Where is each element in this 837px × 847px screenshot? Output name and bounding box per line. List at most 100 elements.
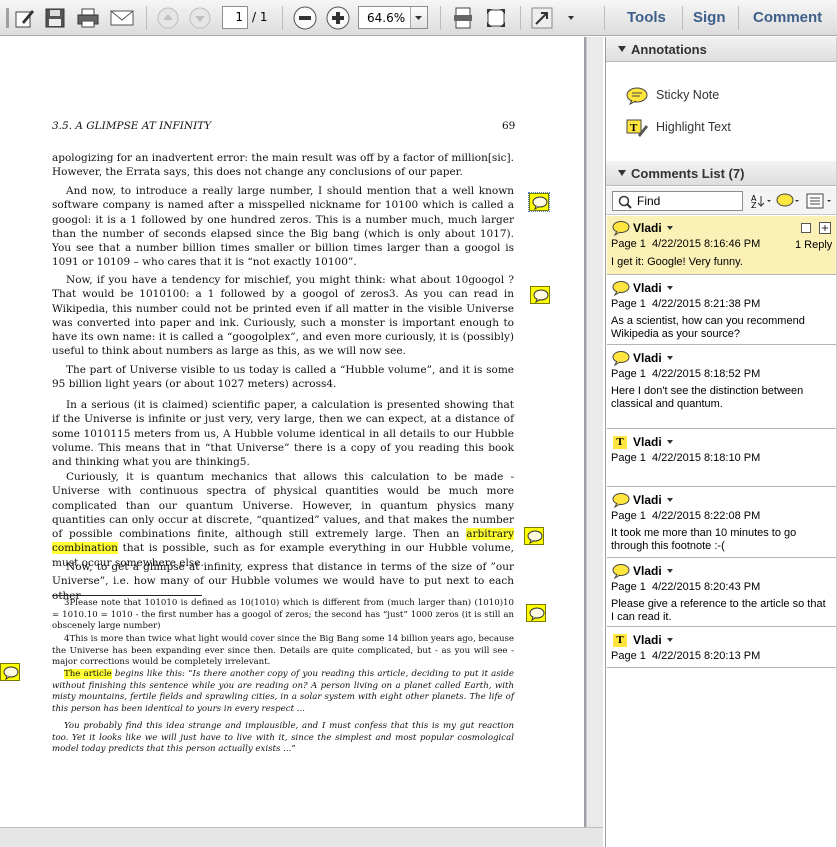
comment-checkbox[interactable]	[801, 223, 811, 233]
comment-pane: Annotations Sticky Note T Highlight Text…	[605, 37, 837, 847]
footnote-5: The article begins like this: “Is there …	[52, 669, 514, 715]
sticky-note-marker[interactable]	[526, 604, 546, 622]
comment-item[interactable]: T Vladi Page 1 4/22/2015 8:18:10 PM	[607, 430, 837, 487]
page-number-input[interactable]: 1	[222, 6, 248, 29]
comment-item[interactable]: Vladi Page 1 4/22/2015 8:21:38 PM As a s…	[607, 276, 837, 345]
highlight-comment-icon: T	[613, 634, 627, 647]
comment-author: Vladi	[633, 633, 662, 647]
comment-date: 4/22/2015 8:16:46 PM	[652, 238, 761, 250]
comment-meta: Page 1 4/22/2015 8:16:46 PM	[611, 238, 760, 250]
paragraph-2: And now, to introduce a really large num…	[52, 185, 514, 269]
comment-page: Page 1	[611, 238, 646, 250]
highlight-comment-icon: T	[613, 436, 627, 449]
author-menu-chevron-icon[interactable]	[667, 638, 673, 642]
comment-author: Vladi	[633, 435, 662, 449]
filter-comments-icon[interactable]	[776, 193, 800, 209]
previous-page-icon[interactable]	[155, 4, 181, 31]
comment-page: Page 1	[611, 510, 646, 522]
comment-meta: Page 1 4/22/2015 8:21:38 PM	[611, 298, 760, 310]
options-menu-icon[interactable]	[806, 193, 834, 209]
sticky-note-comment-icon	[612, 351, 630, 366]
zoom-value: 64.6%	[367, 11, 406, 25]
comment-page: Page 1	[611, 298, 646, 310]
sticky-note-marker[interactable]	[530, 286, 550, 304]
comment-meta: Page 1 4/22/2015 8:18:10 PM	[611, 452, 760, 464]
comment-page: Page 1	[611, 368, 646, 380]
paragraph-6-text-a: Curiously, it is quantum mechanics that …	[52, 471, 514, 541]
horizontal-scrollbar[interactable]	[0, 827, 603, 847]
comment-text[interactable]: As a scientist, how can you recommend Wi…	[611, 315, 831, 341]
comment-text[interactable]: It took me more than 10 minutes to go th…	[611, 527, 831, 553]
footnote-4: 4This is more than twice what light woul…	[52, 634, 514, 668]
comment-meta: Page 1 4/22/2015 8:20:43 PM	[611, 581, 760, 593]
author-menu-chevron-icon[interactable]	[667, 498, 673, 502]
next-page-icon[interactable]	[187, 4, 213, 31]
sticky-note-marker[interactable]	[524, 527, 544, 545]
fit-page-icon[interactable]	[450, 4, 476, 31]
expand-replies-icon[interactable]	[819, 222, 831, 234]
footnote-5-text: begins like this: “Is there another copy…	[52, 669, 514, 714]
toolbar-grip	[2, 4, 12, 31]
comment-meta: Page 1 4/22/2015 8:18:52 PM	[611, 368, 760, 380]
comment-text[interactable]: Please give a reference to the article s…	[611, 598, 831, 624]
reply-count[interactable]: 1 Reply	[795, 239, 832, 251]
save-icon[interactable]	[42, 4, 68, 31]
page-number: 69	[502, 120, 516, 132]
paragraph-4: The part of Universe visible to us today…	[52, 364, 514, 391]
edit-icon[interactable]	[12, 4, 38, 31]
toolbar-options-chevron-icon[interactable]	[564, 4, 578, 31]
zoom-in-icon[interactable]	[324, 4, 352, 31]
footnote-3: 3Please note that 101010 is defined as 1…	[52, 598, 514, 632]
highlighted-footnote-text[interactable]: The article	[64, 669, 112, 679]
sign-button[interactable]: Sign	[693, 9, 726, 26]
comment-item[interactable]: Vladi Page 1 4/22/2015 8:22:08 PM It too…	[607, 488, 837, 558]
annotations-header[interactable]: Annotations	[606, 37, 837, 62]
sticky-note-tool[interactable]: Sticky Note	[626, 87, 719, 108]
paragraph-6: Curiously, it is quantum mechanics that …	[52, 470, 514, 570]
author-menu-chevron-icon[interactable]	[667, 356, 673, 360]
vertical-scrollbar[interactable]	[586, 37, 603, 827]
comments-find-bar: Find AZ	[606, 187, 837, 215]
sticky-note-marker[interactable]	[0, 663, 20, 681]
author-menu-chevron-icon[interactable]	[667, 286, 673, 290]
paragraph-5: In a serious (it is claimed) scientific …	[52, 399, 514, 469]
comment-item[interactable]: Vladi Page 1 4/22/2015 8:16:46 PM I get …	[607, 216, 837, 275]
author-menu-chevron-icon[interactable]	[667, 226, 673, 230]
svg-text:Z: Z	[751, 201, 757, 209]
highlight-text-tool[interactable]: T Highlight Text	[626, 119, 731, 140]
comment-item[interactable]: Vladi Page 1 4/22/2015 8:20:43 PM Please…	[607, 559, 837, 627]
zoom-select[interactable]: 64.6%	[358, 6, 428, 29]
zoom-out-icon[interactable]	[291, 4, 319, 31]
comment-item[interactable]: T Vladi Page 1 4/22/2015 8:20:13 PM	[607, 628, 837, 668]
collapse-triangle-icon	[618, 170, 626, 176]
comment-author: Vladi	[633, 281, 662, 295]
sort-icon[interactable]: AZ	[750, 193, 772, 209]
comment-item[interactable]: Vladi Page 1 4/22/2015 8:18:52 PM Here I…	[607, 346, 837, 429]
sticky-note-marker[interactable]	[528, 192, 550, 212]
tools-button[interactable]: Tools	[627, 9, 666, 26]
svg-text:T: T	[630, 122, 638, 134]
email-icon[interactable]	[108, 4, 136, 31]
comment-meta: Page 1 4/22/2015 8:22:08 PM	[611, 510, 760, 522]
comment-text[interactable]: Here I don't see the distinction between…	[611, 385, 831, 411]
sticky-note-comment-icon	[612, 221, 630, 236]
page-total-label: / 1	[252, 10, 268, 24]
find-input[interactable]: Find	[612, 191, 743, 211]
comments-list-title: Comments List (7)	[631, 166, 745, 181]
paragraph-1: apologizing for an inadvertent error: th…	[52, 152, 514, 179]
comment-author: Vladi	[633, 351, 662, 365]
comments-list-header[interactable]: Comments List (7)	[606, 161, 837, 186]
comment-text[interactable]: I get it: Google! Very funny.	[611, 256, 831, 269]
author-menu-chevron-icon[interactable]	[667, 440, 673, 444]
running-header: 3.5. A GLIMPSE AT INFINITY	[52, 120, 212, 132]
pdf-page: 3.5. A GLIMPSE AT INFINITY 69 apologizin…	[0, 37, 584, 827]
comment-date: 4/22/2015 8:18:52 PM	[652, 368, 761, 380]
comment-button[interactable]: Comment	[753, 9, 822, 26]
comment-meta: Page 1 4/22/2015 8:20:13 PM	[611, 650, 760, 662]
print-icon[interactable]	[74, 4, 102, 31]
author-menu-chevron-icon[interactable]	[667, 569, 673, 573]
comment-page: Page 1	[611, 452, 646, 464]
fit-width-icon[interactable]	[483, 4, 509, 31]
expand-icon[interactable]	[528, 4, 556, 31]
chevron-down-icon[interactable]	[410, 7, 427, 28]
